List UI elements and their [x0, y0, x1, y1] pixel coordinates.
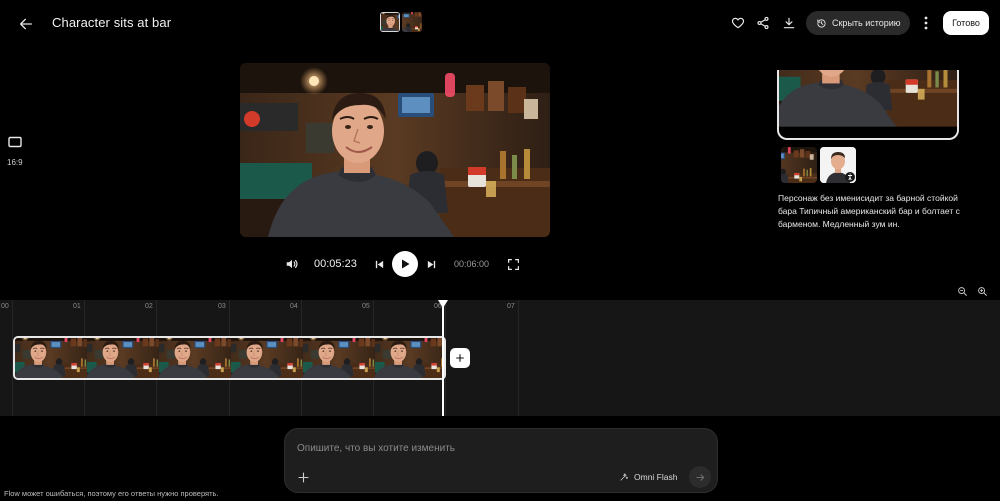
play-button[interactable]: [392, 251, 418, 277]
fullscreen-button[interactable]: [506, 257, 520, 271]
reference-frame-preview[interactable]: [777, 70, 959, 140]
history-icon: [817, 18, 826, 28]
zoom-out-icon: [957, 286, 967, 296]
ruler-label: 04: [290, 303, 298, 310]
video-preview[interactable]: [240, 63, 550, 237]
hide-history-button[interactable]: Скрыть историю: [806, 11, 910, 35]
back-button[interactable]: [14, 12, 38, 36]
reference-description: Персонаж без именисидит за барной стойко…: [778, 193, 960, 229]
reference-character-thumbnail[interactable]: [820, 147, 856, 183]
done-button[interactable]: Готово: [943, 11, 989, 35]
volume-button[interactable]: [284, 256, 300, 272]
aspect-ratio-icon: [8, 136, 22, 148]
ruler-label: 02: [145, 303, 153, 310]
skip-next-button[interactable]: [424, 256, 438, 272]
fullscreen-icon: [507, 258, 519, 270]
favorite-button[interactable]: [728, 13, 748, 33]
download-button[interactable]: [779, 13, 799, 33]
playhead[interactable]: [442, 300, 444, 416]
current-time: 00:05:23: [314, 258, 357, 270]
prompt-box: Omni Flash: [284, 428, 718, 493]
volume-icon: [286, 259, 298, 269]
download-icon: [783, 17, 795, 29]
ruler-label: 01: [73, 303, 81, 310]
playhead-handle[interactable]: [438, 300, 448, 308]
ruler-label: 05: [362, 303, 370, 310]
skip-previous-button[interactable]: [372, 256, 386, 272]
plus-icon: [456, 354, 464, 362]
total-time: 00:06:00: [454, 259, 490, 269]
more-options-button[interactable]: [917, 13, 935, 33]
share-icon: [757, 16, 769, 30]
play-icon: [402, 259, 410, 269]
disclaimer: Flow может ошибаться, поэтому его ответы…: [4, 489, 219, 498]
send-arrow-icon: [695, 473, 704, 481]
ruler-label: 03: [218, 303, 226, 310]
more-vert-icon: [924, 16, 928, 30]
prompt-input[interactable]: [297, 439, 697, 457]
zoom-out-button[interactable]: [955, 284, 969, 298]
heart-icon: [731, 17, 745, 29]
skip-next-icon: [427, 260, 435, 268]
add-clip-button[interactable]: [450, 348, 470, 368]
sparkle-icon: [620, 473, 629, 481]
model-selector[interactable]: Omni Flash: [613, 467, 683, 487]
send-button[interactable]: [689, 466, 711, 488]
timeline[interactable]: 00 01 02 03 04 05 06 07: [0, 300, 1000, 416]
back-arrow-icon: [20, 18, 32, 30]
video-clip[interactable]: [13, 336, 446, 380]
ruler-label: 07: [507, 303, 515, 310]
zoom-in-icon: [977, 286, 987, 296]
model-label: Omni Flash: [634, 472, 678, 482]
add-media-button[interactable]: [295, 469, 311, 485]
page-title: Character sits at bar: [52, 15, 172, 30]
plus-icon: [298, 472, 308, 482]
ruler-label: 00: [1, 303, 9, 310]
aspect-ratio-button[interactable]: [8, 136, 22, 148]
skip-previous-icon: [375, 260, 383, 268]
hide-history-label: Скрыть историю: [832, 18, 901, 28]
version-thumbnail-1[interactable]: [380, 12, 400, 32]
share-button[interactable]: [753, 13, 773, 33]
reference-scene-thumbnail[interactable]: [781, 147, 817, 183]
version-thumbnail-2[interactable]: [402, 12, 422, 32]
aspect-ratio-label: 16:9: [7, 158, 23, 167]
zoom-in-button[interactable]: [975, 284, 989, 298]
